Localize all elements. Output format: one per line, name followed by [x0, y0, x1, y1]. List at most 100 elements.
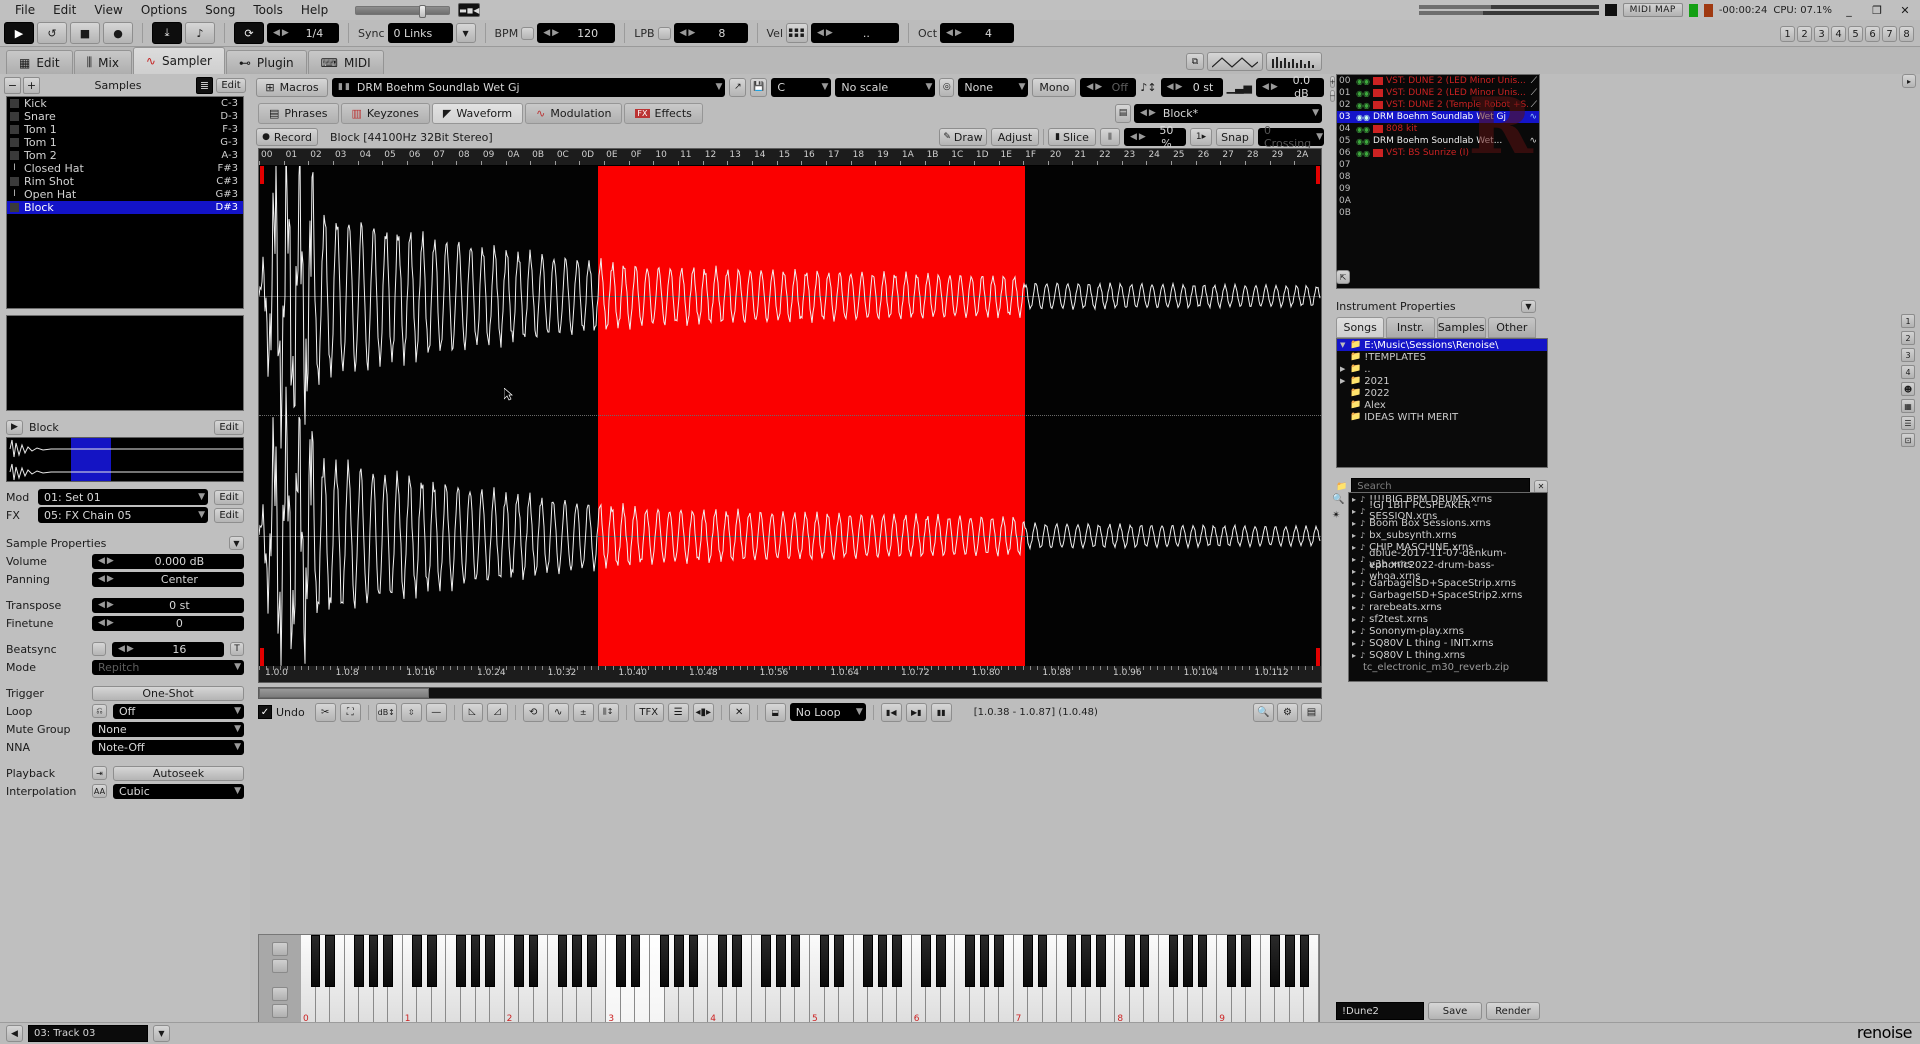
current-sample-edit-button[interactable]: Edit	[214, 419, 244, 435]
volume-arrows[interactable]: ◀▶	[98, 556, 116, 566]
waveform-selector-chevron-down-icon[interactable]: ▼	[1312, 108, 1321, 118]
piano-black-key[interactable]	[819, 935, 830, 988]
loop-start-marker[interactable]	[260, 166, 264, 184]
side-person-icon[interactable]: ☻	[1901, 382, 1915, 396]
piano-black-key[interactable]	[1139, 935, 1150, 988]
interpolation-icon[interactable]: AA	[92, 784, 107, 798]
edit-step-field[interactable]: ◀▶ 1/4	[267, 23, 339, 43]
file-list[interactable]: ▸ ♪ !!!!BIG BPM DRUMS.xrns ▸ ♪ !GJ 1BIT PCSP…	[1348, 492, 1548, 682]
virtual-keyboard[interactable]: 0 1 2 3 4 5 6 7 8 9	[258, 934, 1320, 1026]
instrument-row-9[interactable]: 09	[1337, 183, 1539, 195]
loop-mode-icon[interactable]: ⎌	[92, 704, 107, 718]
gain-button[interactable]: dB↕	[375, 702, 397, 722]
octave-arrows[interactable]: ◀▶	[946, 28, 964, 38]
master-volume-slider[interactable]	[355, 4, 451, 18]
reverse-button[interactable]: ⟲	[522, 702, 544, 722]
glide-field[interactable]: ◀▶ Off	[1080, 77, 1137, 97]
sample-row-5[interactable]: I Closed Hat F#3	[7, 162, 243, 175]
piano-black-key[interactable]	[528, 935, 539, 988]
loop-start-set-button[interactable]: ▮◀	[880, 702, 902, 722]
instrument-name-field[interactable]: ▮▮ DRM Boehm Soundlab Wet Gj ▼	[332, 77, 726, 97]
tab-sampler[interactable]: ∿ Sampler	[132, 47, 225, 74]
menu-item-help[interactable]: Help	[292, 1, 337, 19]
piano-black-key[interactable]	[892, 935, 902, 988]
file-row-6[interactable]: ▸ ♪ ephonic2022-drum-bass-whoa.xrns	[1349, 560, 1547, 582]
scrollbar-thumb[interactable]	[259, 688, 429, 698]
sample-mini-waveform[interactable]	[6, 437, 244, 482]
piano-black-key[interactable]	[456, 935, 466, 988]
crop-button[interactable]: ⛶	[339, 702, 361, 722]
prop-mutegroup-field[interactable]: None ▼	[92, 721, 244, 737]
record-button[interactable]: ● Record	[256, 128, 318, 146]
normalize-button[interactable]: ⇳	[400, 702, 422, 722]
subtab-phrases[interactable]: ▤ Phrases	[258, 102, 339, 124]
loop-end-set-button[interactable]: ▶▮	[905, 702, 927, 722]
tab-edit[interactable]: ▦ Edit	[6, 50, 73, 74]
octave-field[interactable]: ◀▶ 4	[940, 23, 1015, 43]
piano-black-key[interactable]	[1081, 935, 1091, 988]
piano-black-key[interactable]	[834, 935, 844, 988]
smooth-button[interactable]: ∿	[547, 702, 569, 722]
file-row-11[interactable]: ▸ ♪ Sononym-play.xrns	[1349, 625, 1547, 637]
sample-row-2[interactable]: Tom 1 F-3	[7, 123, 243, 136]
instrument-list[interactable]: R 00 ◉◉ VST: DUNE 2 (LED Minor Unis... ⟋ 01…	[1336, 74, 1540, 289]
follow-button[interactable]: ⤓	[152, 22, 182, 44]
piano-black-key[interactable]	[659, 935, 670, 988]
sample-row-7[interactable]: I Open Hat G#3	[7, 188, 243, 201]
chevron-right-icon[interactable]: ▸	[1352, 627, 1356, 636]
piano-black-key[interactable]	[412, 935, 422, 988]
mono-button[interactable]: Mono	[1032, 77, 1077, 97]
sync-dropdown-chevron-down-icon[interactable]: ▼	[455, 23, 476, 43]
chevron-right-icon[interactable]: ▸	[1352, 639, 1356, 648]
pattern-btn-8[interactable]: 8	[1899, 26, 1914, 42]
piano-black-key[interactable]	[1124, 935, 1135, 988]
folder-row-5[interactable]: 📁 Alex	[1337, 399, 1547, 411]
right-panel-collapse-icon[interactable]: ▸	[1902, 74, 1916, 88]
current-track-field[interactable]: 03: Track 03	[28, 1025, 148, 1042]
loop-mode-chevron-down-icon[interactable]: ▼	[856, 707, 865, 717]
prop-nna-field[interactable]: Note-Off ▼	[92, 739, 244, 755]
prop-transpose-field[interactable]: ◀▶ 0 st	[92, 597, 244, 613]
lpb-field[interactable]: ◀▶ 8	[673, 23, 748, 43]
pattern-btn-5[interactable]: 5	[1848, 26, 1863, 42]
macros-button[interactable]: ⊞ Macros	[256, 77, 328, 97]
midi-map-button[interactable]: MIDI MAP	[1622, 3, 1683, 17]
fade-in-button[interactable]: ◺	[461, 702, 483, 722]
sample-row-6[interactable]: Rim Shot C#3	[7, 175, 243, 188]
sample-row-1[interactable]: Snare D-3	[7, 110, 243, 123]
close-button[interactable]: ✕	[1894, 2, 1916, 19]
play-sample-button[interactable]: ▶	[6, 419, 23, 435]
side-grid-icon[interactable]: ▦	[1901, 399, 1915, 413]
loop-end-marker[interactable]	[1316, 166, 1320, 184]
zoom-arrows[interactable]: ◀▶	[1130, 132, 1148, 142]
sample-row-0[interactable]: Kick C-3	[7, 97, 243, 110]
piano-black-key[interactable]	[688, 935, 699, 988]
piano-black-key[interactable]	[470, 935, 481, 988]
side-disk-icon[interactable]: ⊡	[1901, 433, 1915, 447]
waveform-selector-field[interactable]: ◀▶ Block* ▼	[1134, 103, 1322, 123]
file-row-1[interactable]: ▸ ♪ !GJ 1BIT PCSPEAKER - SESSION.xrns	[1349, 500, 1547, 522]
side-button-4[interactable]: 4	[1901, 365, 1915, 379]
waveform-list-icon[interactable]: ▤	[1115, 103, 1131, 123]
prop-finetune-field[interactable]: ◀▶ 0	[92, 615, 244, 631]
piano-black-key[interactable]	[979, 935, 990, 988]
prop-panning-field[interactable]: ◀▶ Center	[92, 571, 244, 587]
sample-settings-button[interactable]: ⚙	[1277, 702, 1298, 722]
instrument-row-10[interactable]: 0A	[1337, 195, 1539, 207]
side-button-2[interactable]: 2	[1901, 331, 1915, 345]
master-volume-knob[interactable]	[419, 4, 427, 18]
loop-end-marker-bottom[interactable]	[1316, 648, 1320, 666]
mode-chevron-down-icon[interactable]: ▼	[234, 662, 243, 672]
file-row-12[interactable]: ▸ ♪ SQ80V L thing - INIT.xrns	[1349, 637, 1547, 649]
header-volume-arrows[interactable]: ◀▶	[1262, 82, 1280, 92]
piano-black-key[interactable]	[325, 935, 335, 988]
beatsync-unit-button[interactable]: T	[230, 642, 244, 656]
track-prev-button[interactable]: ◀	[6, 1025, 23, 1042]
render-button[interactable]: Render	[1486, 1002, 1540, 1020]
folder-tree[interactable]: ▼ 📁 E:\Music\Sessions\Renoise\ 📁 !TEMPLATES…	[1336, 338, 1548, 468]
zoom-field[interactable]: ◀▶ 50 %	[1124, 124, 1186, 150]
header-volume-field[interactable]: ◀▶ 0.0 dB	[1256, 74, 1324, 100]
instrument-list-resize-icon[interactable]: ⇱	[1336, 270, 1350, 284]
side-button-1[interactable]: 1	[1901, 314, 1915, 328]
chevron-right-icon[interactable]: ▸	[1352, 519, 1356, 528]
